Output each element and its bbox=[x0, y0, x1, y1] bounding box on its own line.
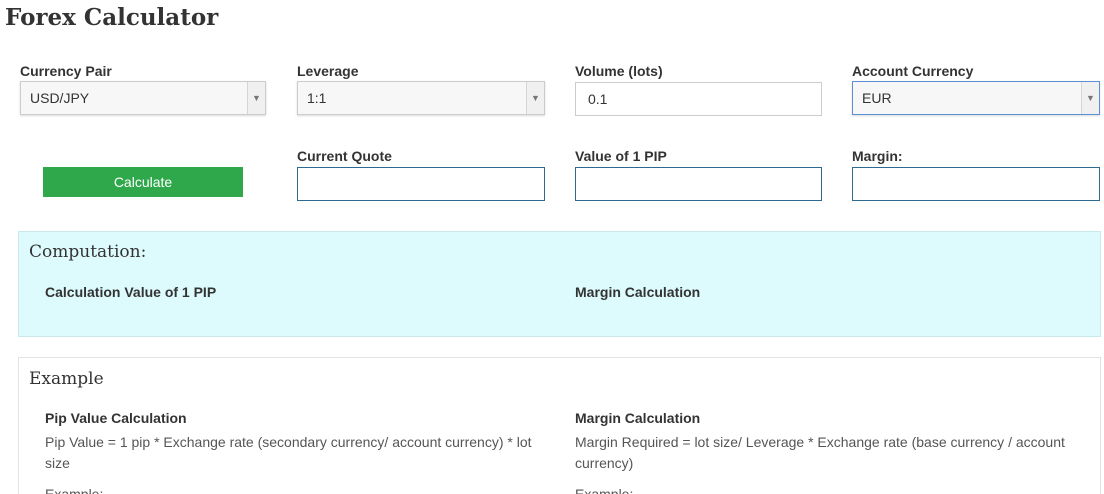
calculate-button[interactable]: Calculate bbox=[43, 167, 243, 197]
volume-label: Volume (lots) bbox=[575, 63, 663, 79]
pip-value-field[interactable] bbox=[575, 167, 822, 201]
margin-label: Margin: bbox=[852, 148, 903, 164]
leverage-label: Leverage bbox=[297, 63, 359, 79]
account-currency-value: EUR bbox=[862, 90, 892, 106]
current-quote-field[interactable] bbox=[297, 167, 545, 201]
computation-title: Computation: bbox=[29, 242, 147, 262]
example-pip-example-label: Example: bbox=[45, 486, 104, 494]
pip-value-label: Value of 1 PIP bbox=[575, 148, 667, 164]
example-panel: Example Pip Value Calculation Pip Value … bbox=[18, 357, 1101, 494]
example-margin-example-label: Example: bbox=[575, 486, 634, 494]
chevron-down-icon: ▼ bbox=[1081, 82, 1099, 114]
currency-pair-value: USD/JPY bbox=[30, 90, 90, 106]
example-margin-formula: Margin Required = lot size/ Leverage * E… bbox=[575, 434, 1065, 471]
example-pip-formula: Pip Value = 1 pip * Exchange rate (secon… bbox=[45, 434, 532, 471]
leverage-value: 1:1 bbox=[307, 90, 327, 106]
example-title: Example bbox=[29, 369, 104, 389]
account-currency-label: Account Currency bbox=[852, 63, 974, 79]
computation-panel: Computation: Calculation Value of 1 PIP … bbox=[18, 231, 1101, 337]
leverage-select[interactable]: 1:1 ▼ bbox=[297, 81, 545, 115]
example-margin-heading: Margin Calculation bbox=[575, 410, 701, 426]
currency-pair-select[interactable]: USD/JPY ▼ bbox=[20, 81, 266, 115]
margin-field[interactable] bbox=[852, 167, 1100, 201]
example-pip-heading: Pip Value Calculation bbox=[45, 410, 187, 426]
page-title: Forex Calculator bbox=[5, 4, 219, 31]
chevron-down-icon: ▼ bbox=[526, 82, 544, 114]
volume-input[interactable] bbox=[575, 82, 822, 116]
account-currency-select[interactable]: EUR ▼ bbox=[852, 81, 1100, 115]
chevron-down-icon: ▼ bbox=[247, 82, 265, 114]
current-quote-label: Current Quote bbox=[297, 148, 392, 164]
computation-pip-heading: Calculation Value of 1 PIP bbox=[45, 284, 217, 300]
currency-pair-label: Currency Pair bbox=[20, 63, 112, 79]
computation-margin-heading: Margin Calculation bbox=[575, 284, 701, 300]
